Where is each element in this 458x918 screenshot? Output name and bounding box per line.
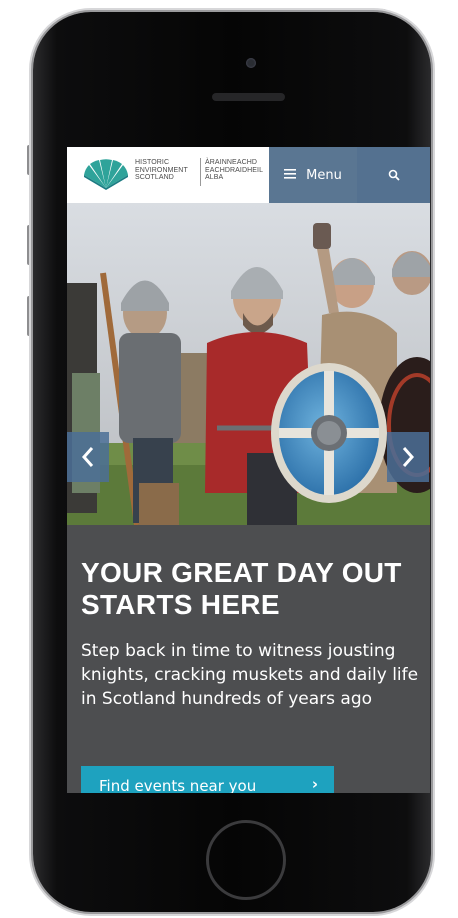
logo-line: SCOTLAND [135, 174, 174, 181]
cta-label: Find events near you [99, 777, 257, 793]
logo-line: ALBA [205, 174, 224, 181]
search-icon [388, 169, 400, 181]
logo-line: ENVIRONMENT [135, 166, 188, 174]
search-button[interactable] [357, 147, 430, 203]
carousel-next-button[interactable] [387, 432, 429, 482]
hero-content: YOUR GREAT DAY OUT STARTS HERE Step back… [67, 525, 430, 793]
chevron-right-icon [402, 447, 415, 467]
chevron-right-icon: › [311, 775, 318, 793]
logo-text-english: HISTORIC ENVIRONMENT SCOTLAND [135, 159, 195, 182]
logo-line: ÀRAINNEACHD [205, 159, 258, 166]
hero-image-vikings [67, 203, 430, 525]
intro-text: Step back in time to witness jousting kn… [81, 641, 419, 709]
logo-text-gaelic: ÀRAINNEACHD EACHDRAIDHEIL ALBA [205, 159, 265, 182]
chevron-left-icon [81, 447, 94, 467]
menu-button[interactable]: Menu [269, 147, 357, 203]
find-events-button[interactable]: Find events near you › [81, 766, 334, 793]
logo-line: EACHDRAIDHEIL [205, 166, 264, 174]
logo-line: HISTORIC [135, 159, 170, 166]
home-button [206, 820, 286, 900]
carousel-prev-button[interactable] [67, 432, 109, 482]
logo-divider [200, 158, 201, 186]
hes-logo[interactable] [81, 158, 131, 190]
menu-label: Menu [306, 167, 342, 183]
site-header: HISTORIC ENVIRONMENT SCOTLAND ÀRAINNEACH… [67, 147, 430, 203]
earpiece-speaker [212, 93, 285, 101]
hero-carousel[interactable] [67, 203, 430, 525]
front-camera [246, 58, 256, 68]
page-headline: YOUR GREAT DAY OUT STARTS HERE [81, 557, 402, 620]
hamburger-icon [284, 168, 297, 182]
phone-screen: HISTORIC ENVIRONMENT SCOTLAND ÀRAINNEACH… [67, 147, 430, 793]
